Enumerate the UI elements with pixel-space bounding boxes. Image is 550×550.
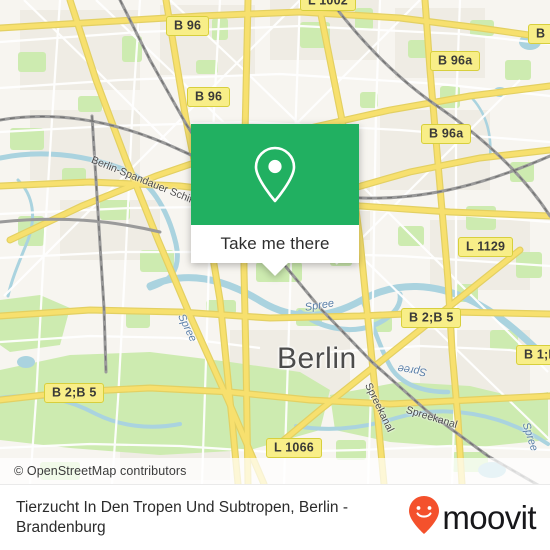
map-pin-icon [249,144,301,206]
moovit-logo[interactable]: moovit [408,495,537,540]
road-shield: L 1129 [458,236,514,257]
road-shield: L 1002 [300,0,356,11]
moovit-location-card: Berlin B 96 B 96 L 1002 B 96a B 96a B L … [0,0,550,550]
location-callout-card[interactable]: Take me there [191,124,359,276]
place-title: Tierzucht In Den Tropen Und Subtropen, B… [16,498,348,536]
map-canvas[interactable]: Berlin B 96 B 96 L 1002 B 96a B 96a B L … [0,0,550,484]
footer-bar: Tierzucht In Den Tropen Und Subtropen, B… [0,484,550,550]
road-shield: B 96 [187,86,231,107]
road-shield: L 1066 [266,437,322,458]
road-shield: B 2;B 5 [44,382,105,403]
road-shield: B 2;B 5 [401,307,462,328]
take-me-there-label: Take me there [220,234,330,253]
city-label-berlin: Berlin [277,342,357,375]
map-attribution: © OpenStreetMap contributors [0,458,550,484]
callout-pointer [262,263,288,276]
moovit-wordmark: moovit [442,499,536,536]
take-me-there-button[interactable]: Take me there [191,225,359,263]
attribution-text: © OpenStreetMap contributors [14,464,187,478]
road-shield: B 96a [421,123,472,144]
callout-header [191,124,359,225]
moovit-smiley-pin-icon [408,495,440,540]
road-shield: B 1;B 5 [516,344,550,365]
road-shield: B [528,23,550,44]
road-shield: B 96 [166,15,210,36]
road-shield: B 96a [430,50,481,71]
